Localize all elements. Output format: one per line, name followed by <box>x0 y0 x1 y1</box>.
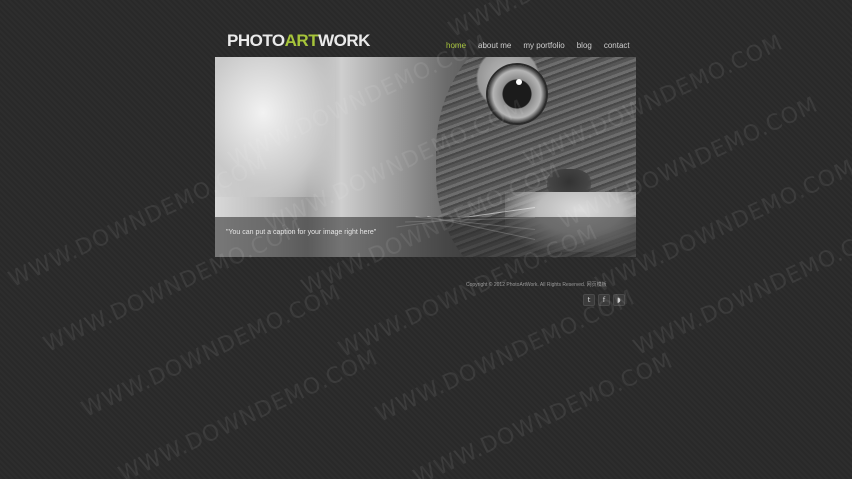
nav-home[interactable]: home <box>446 41 466 50</box>
watermark: WWW.DOWNDEMO.COM <box>445 0 712 43</box>
watermark: WWW.DOWNDEMO.COM <box>372 285 640 428</box>
social-links: t f ◗ <box>583 294 625 306</box>
caption-bar <box>215 217 636 257</box>
rss-icon[interactable]: ◗ <box>613 294 625 306</box>
facebook-icon[interactable]: f <box>598 294 610 306</box>
twitter-icon[interactable]: t <box>583 294 595 306</box>
hero-image: "You can put a caption for your image ri… <box>215 57 636 257</box>
watermark: WWW.DOWNDEMO.COM <box>115 345 383 479</box>
main-nav: home about me my portfolio blog contact <box>446 41 642 50</box>
watermark: WWW.DOWNDEMO.COM <box>78 280 346 423</box>
watermark: WWW.DOWNDEMO.COM <box>410 348 678 479</box>
nav-my-portfolio[interactable]: my portfolio <box>523 41 564 50</box>
copyright-text: Copyright © 2012 PhotoArtWork. All Right… <box>466 282 607 288</box>
logo[interactable]: PHOTOARTWORK <box>227 31 370 51</box>
cat-eye <box>488 65 546 123</box>
logo-text-art: ART <box>284 31 319 50</box>
logo-text-photo: PHOTO <box>227 31 285 50</box>
eye-glint <box>516 79 522 85</box>
nav-blog[interactable]: blog <box>577 41 592 50</box>
watermark: WWW.DOWNDEMO.COM <box>630 218 852 361</box>
logo-text-work: WORK <box>318 31 370 50</box>
nav-contact[interactable]: contact <box>604 41 630 50</box>
hero-window-light <box>215 57 335 197</box>
nav-about-me[interactable]: about me <box>478 41 511 50</box>
hero-caption: "You can put a caption for your image ri… <box>226 229 377 236</box>
